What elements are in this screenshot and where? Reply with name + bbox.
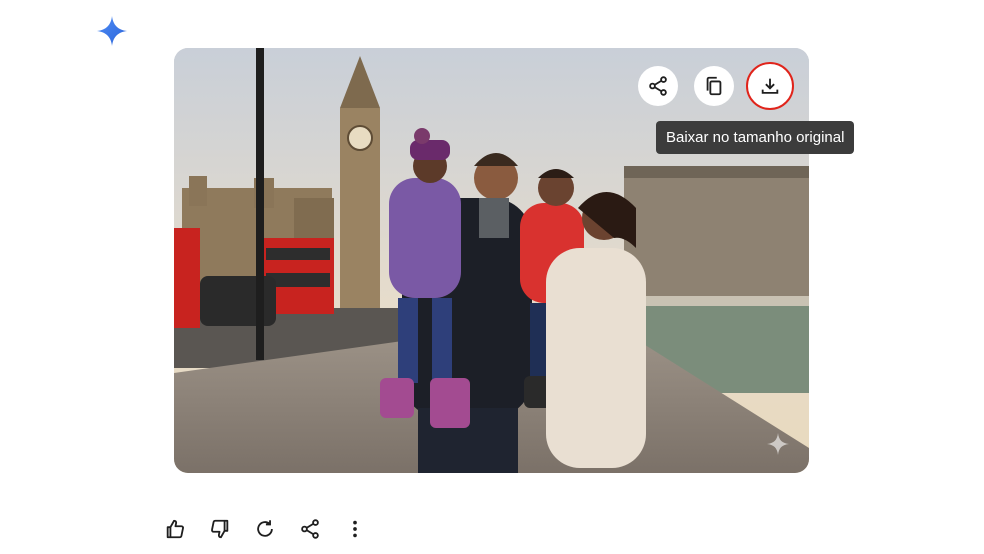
more-options-button[interactable] [340,514,370,544]
sparkle-watermark-icon [767,433,789,455]
thumbs-up-button[interactable] [160,514,190,544]
copy-image-button[interactable] [694,66,734,106]
response-actions-bar [160,514,385,544]
copy-icon [706,76,722,96]
download-image-button[interactable] [746,62,794,110]
more-options-icon [353,520,357,538]
regenerate-icon [257,520,273,537]
thumbs-down-icon [211,519,229,539]
share-icon [301,519,319,539]
share-image-button[interactable] [638,66,678,106]
share-icon [649,76,667,96]
download-tooltip: Baixar no tamanho original [656,121,855,154]
generated-image[interactable] [174,48,809,473]
gemini-sparkle-icon [97,16,127,46]
regenerate-button[interactable] [250,514,280,544]
thumbs-down-button[interactable] [205,514,235,544]
share-response-button[interactable] [295,514,325,544]
download-icon [761,78,779,94]
family-photo-illustration [174,48,809,473]
thumbs-up-icon [166,519,184,539]
